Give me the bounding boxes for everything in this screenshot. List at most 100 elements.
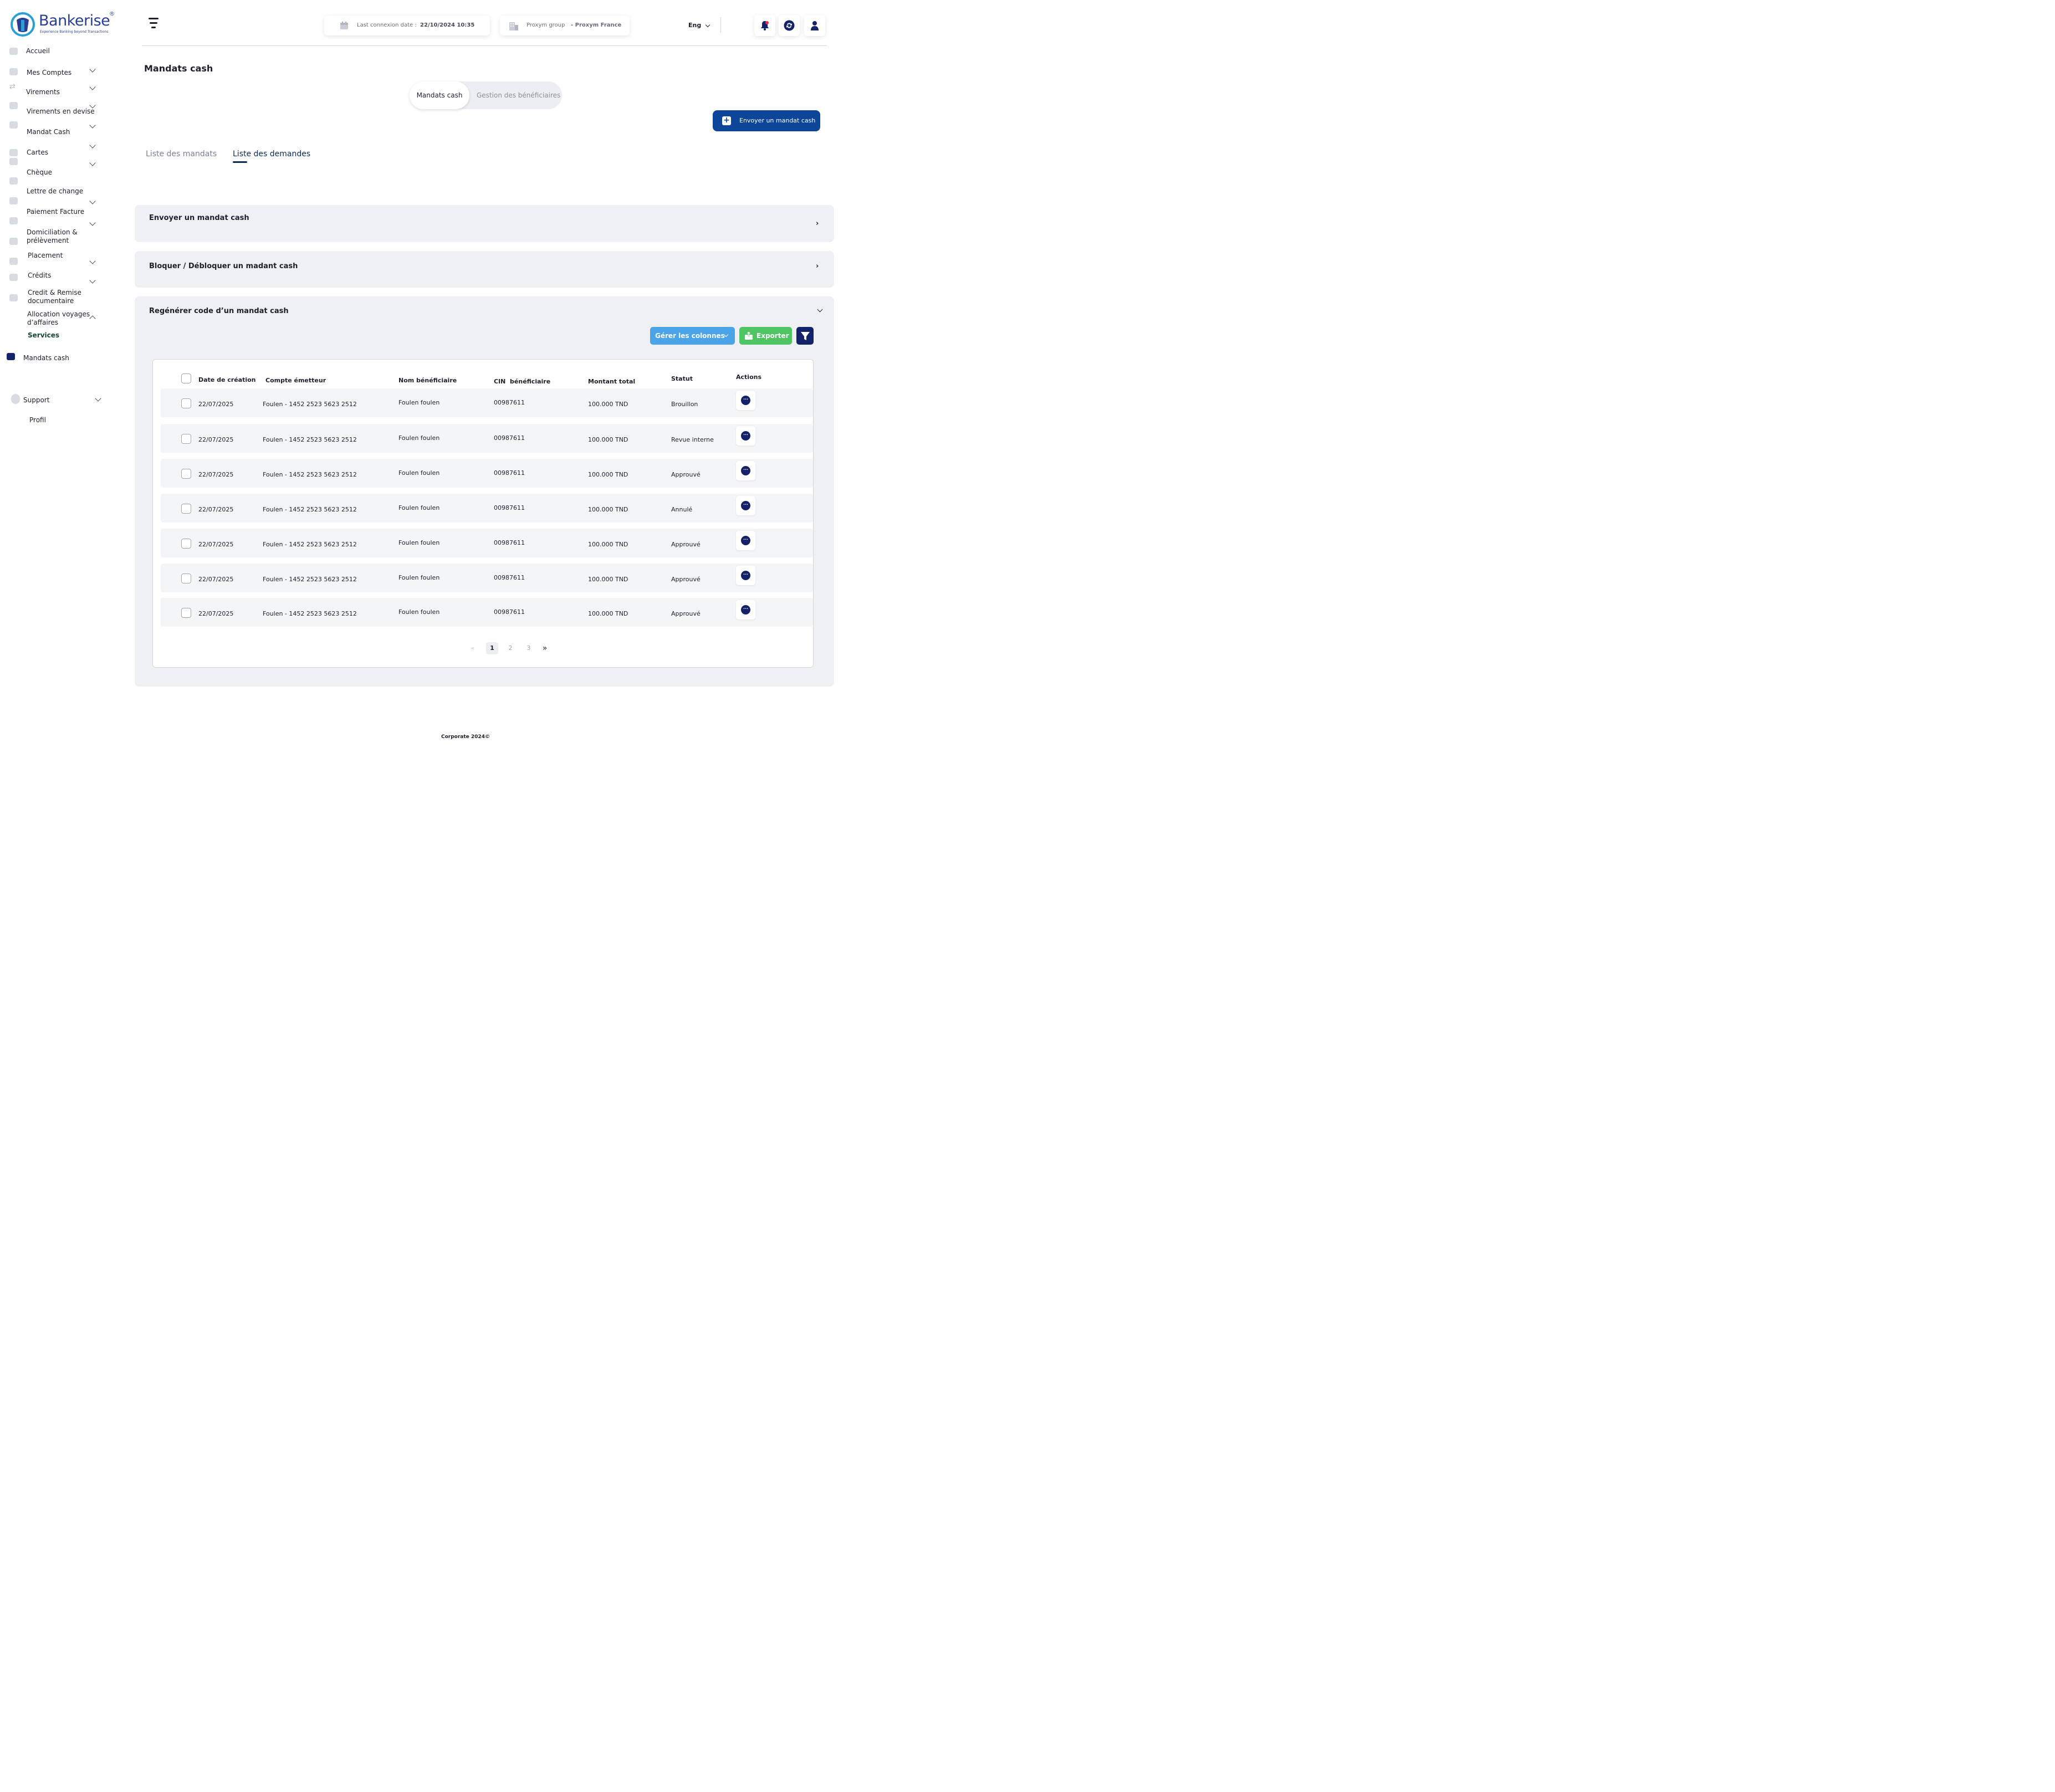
export-button[interactable]: Exporter <box>739 327 792 345</box>
row-checkbox[interactable] <box>181 539 191 549</box>
row-actions-button[interactable]: ··· <box>736 566 755 585</box>
table-row[interactable] <box>161 388 813 417</box>
pagination-page-2[interactable]: 2 <box>504 642 517 654</box>
sidebar-item-cheque[interactable]: Chèque <box>0 158 111 178</box>
column-header-cin[interactable]: CIN bénéficiaire <box>494 378 550 385</box>
select-all-checkbox[interactable] <box>181 373 191 383</box>
segment-mandats-cash[interactable]: Mandats cash <box>410 81 469 109</box>
building-icon <box>509 22 518 30</box>
column-header-montant[interactable]: Montant total <box>588 378 635 385</box>
pagination-page-1[interactable]: 1 <box>486 642 498 654</box>
chevron-down-icon[interactable] <box>89 219 96 226</box>
sidebar-item-paiement-facture[interactable]: Paiement Facture <box>0 197 111 217</box>
sidebar-item-virements-devise[interactable]: Virements en devise <box>0 102 111 116</box>
tab-liste-demandes[interactable]: Liste des demandes <box>233 150 310 158</box>
more-options-icon: ··· <box>741 466 750 475</box>
chevron-down-icon[interactable] <box>89 142 96 149</box>
sidebar-section-services[interactable]: Services <box>0 331 111 341</box>
manage-columns-label: Gérer les colonnes <box>655 332 725 340</box>
chevron-down-icon[interactable] <box>89 198 96 204</box>
column-header-date[interactable]: Date de création <box>198 376 256 383</box>
row-actions-button[interactable]: ··· <box>736 531 755 550</box>
row-actions-button[interactable]: ··· <box>736 496 755 515</box>
row-checkbox[interactable] <box>181 469 191 479</box>
cell-compte: Foulen - 1452 2523 5623 2512 <box>263 541 357 548</box>
segment-gestion-beneficiaires[interactable]: Gestion des bénéficiaires <box>477 81 560 109</box>
sidebar-item-cartes[interactable]: Cartes <box>0 141 111 158</box>
upload-icon <box>745 331 753 340</box>
last-connexion-value: 22/10/2024 10:35 <box>420 22 475 28</box>
cell-nom: Foulen foulen <box>398 399 440 406</box>
chevron-down-icon[interactable] <box>95 395 101 402</box>
pagination-first[interactable]: « <box>467 642 479 654</box>
sidebar-item-virements[interactable]: ⇄ Virements <box>0 83 111 96</box>
cell-montant: 100.000 TND <box>588 471 628 478</box>
sidebar-item-mandat-cash[interactable]: Mandat Cash <box>0 121 111 136</box>
column-header-nom[interactable]: Nom bénéficiaire <box>398 377 457 384</box>
chevron-down-icon[interactable] <box>89 122 96 129</box>
user-profile-button[interactable] <box>804 15 825 36</box>
export-label: Exporter <box>756 332 789 340</box>
sidebar-item-label: Allocation voyages d’affaires <box>27 310 90 326</box>
accordion-envoyer[interactable]: Envoyer un mandat cash › <box>135 205 834 242</box>
currency-icon <box>9 102 18 109</box>
sidebar-item-lettre-change[interactable]: Lettre de change <box>0 177 111 196</box>
chart-icon <box>9 238 18 245</box>
row-checkbox[interactable] <box>181 398 191 408</box>
notifications-button[interactable] <box>754 15 775 36</box>
sidebar-item-support[interactable]: Support <box>0 393 111 406</box>
pagination-next[interactable]: » <box>539 642 551 654</box>
column-header-statut[interactable]: Statut <box>671 375 693 382</box>
row-actions-button[interactable]: ··· <box>736 426 755 446</box>
row-actions-button[interactable]: ··· <box>736 600 755 619</box>
table-row[interactable] <box>161 598 813 627</box>
menu-toggle-icon[interactable] <box>149 18 159 29</box>
sidebar-item-mandats-cash[interactable]: Mandats cash <box>0 352 111 363</box>
cell-nom: Foulen foulen <box>398 434 440 442</box>
send-mandat-cash-button[interactable]: + Envoyer un mandat cash <box>713 110 820 131</box>
row-actions-button[interactable]: ··· <box>736 461 755 480</box>
cell-date: 22/07/2025 <box>198 541 234 548</box>
chevron-down-icon[interactable] <box>89 66 96 73</box>
sidebar-item-mes-comptes[interactable]: Mes Comptes <box>0 66 111 78</box>
pagination-page-3[interactable]: 3 <box>523 642 535 654</box>
row-checkbox[interactable] <box>181 434 191 444</box>
header-separator <box>142 45 827 46</box>
row-actions-button[interactable]: ··· <box>736 391 755 410</box>
accordion-title[interactable]: Regénérer code d’un mandat cash <box>149 307 289 315</box>
cell-nom: Foulen foulen <box>398 574 440 581</box>
switch-account-button[interactable] <box>779 15 800 36</box>
cell-montant: 100.000 TND <box>588 436 628 443</box>
sidebar-item-accueil[interactable]: Accueil <box>0 47 111 58</box>
sidebar-section-label: Services <box>28 331 60 339</box>
column-header-compte[interactable]: Compte émetteur <box>265 377 326 384</box>
chevron-down-icon[interactable] <box>817 306 823 313</box>
cell-statut: Approuvé <box>671 576 701 583</box>
row-checkbox[interactable] <box>181 608 191 618</box>
chevron-down-icon[interactable] <box>89 160 96 166</box>
cell-statut: Approuvé <box>671 471 701 478</box>
group-card[interactable]: Proxym group - Proxym France <box>500 16 630 35</box>
transfer-icon: ⇄ <box>9 83 16 91</box>
table-row[interactable] <box>161 424 813 453</box>
row-checkbox[interactable] <box>181 574 191 583</box>
sidebar-item-allocation[interactable]: Allocation voyages d’affaires <box>0 294 111 327</box>
filter-button[interactable] <box>796 327 814 345</box>
chevron-down-icon[interactable] <box>89 84 96 90</box>
row-checkbox[interactable] <box>181 504 191 514</box>
group-value: - Proxym France <box>571 22 622 28</box>
plus-icon: + <box>722 116 731 125</box>
table-row[interactable] <box>161 529 813 557</box>
table-row[interactable] <box>161 564 813 592</box>
accordion-bloquer[interactable]: Bloquer / Débloquer un madant cash › <box>135 251 834 288</box>
table-row[interactable] <box>161 494 813 523</box>
cell-date: 22/07/2025 <box>198 436 234 443</box>
tab-liste-mandats[interactable]: Liste des mandats <box>146 150 217 158</box>
accordion-title: Bloquer / Débloquer un madant cash <box>149 262 298 270</box>
table-row[interactable] <box>161 459 813 488</box>
language-select[interactable]: Eng <box>688 22 710 29</box>
brand-logo[interactable]: Bankerise ® Experience Banking beyond Tr… <box>10 11 118 38</box>
manage-columns-button[interactable]: Gérer les colonnes <box>650 327 735 345</box>
language-value: Eng <box>688 22 702 29</box>
sidebar-item-profil[interactable]: Profil <box>0 415 111 426</box>
